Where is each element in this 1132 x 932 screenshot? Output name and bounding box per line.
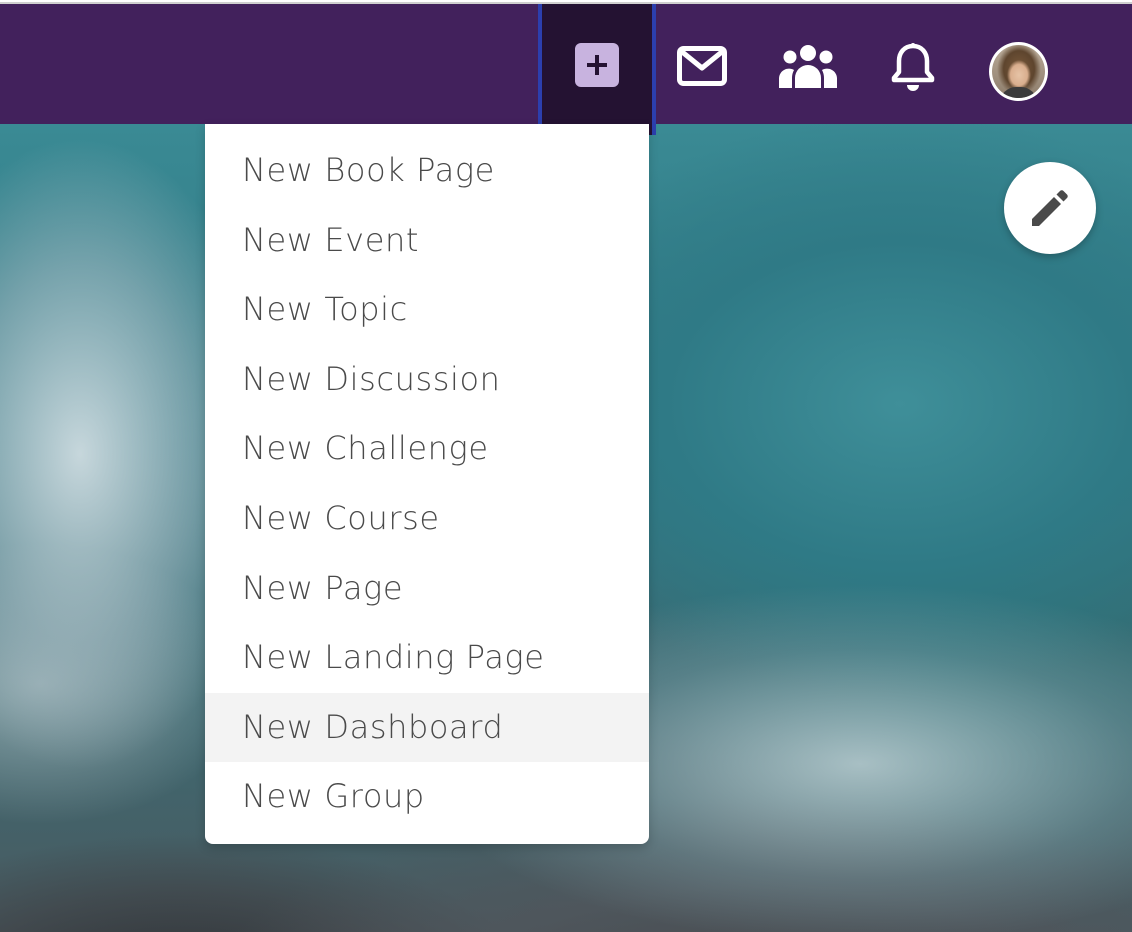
avatar-shirt bbox=[1000, 87, 1037, 98]
plus-square-icon bbox=[575, 43, 619, 87]
bell-icon[interactable] bbox=[890, 42, 936, 98]
people-icon[interactable] bbox=[779, 44, 837, 92]
menu-item-new-challenge[interactable]: New Challenge bbox=[205, 414, 649, 484]
create-dropdown-menu: New Book Page New Event New Topic New Di… bbox=[205, 124, 649, 844]
menu-item-new-group[interactable]: New Group bbox=[205, 762, 649, 832]
menu-item-new-event[interactable]: New Event bbox=[205, 206, 649, 276]
pencil-icon bbox=[1032, 190, 1068, 226]
page: New Book Page New Event New Topic New Di… bbox=[0, 0, 1132, 932]
menu-item-new-topic[interactable]: New Topic bbox=[205, 275, 649, 345]
mail-icon[interactable] bbox=[677, 46, 727, 90]
menu-item-new-course[interactable]: New Course bbox=[205, 484, 649, 554]
create-button[interactable] bbox=[538, 4, 656, 135]
menu-item-new-book-page[interactable]: New Book Page bbox=[205, 136, 649, 206]
top-navigation-bar bbox=[0, 3, 1132, 135]
menu-item-new-landing-page[interactable]: New Landing Page bbox=[205, 623, 649, 693]
avatar-photo bbox=[992, 45, 1045, 98]
menu-item-new-discussion[interactable]: New Discussion bbox=[205, 345, 649, 415]
menu-item-new-dashboard[interactable]: New Dashboard bbox=[205, 692, 649, 763]
menu-item-new-page[interactable]: New Page bbox=[205, 554, 649, 624]
user-avatar[interactable] bbox=[989, 42, 1048, 101]
edit-button[interactable] bbox=[1004, 162, 1096, 254]
